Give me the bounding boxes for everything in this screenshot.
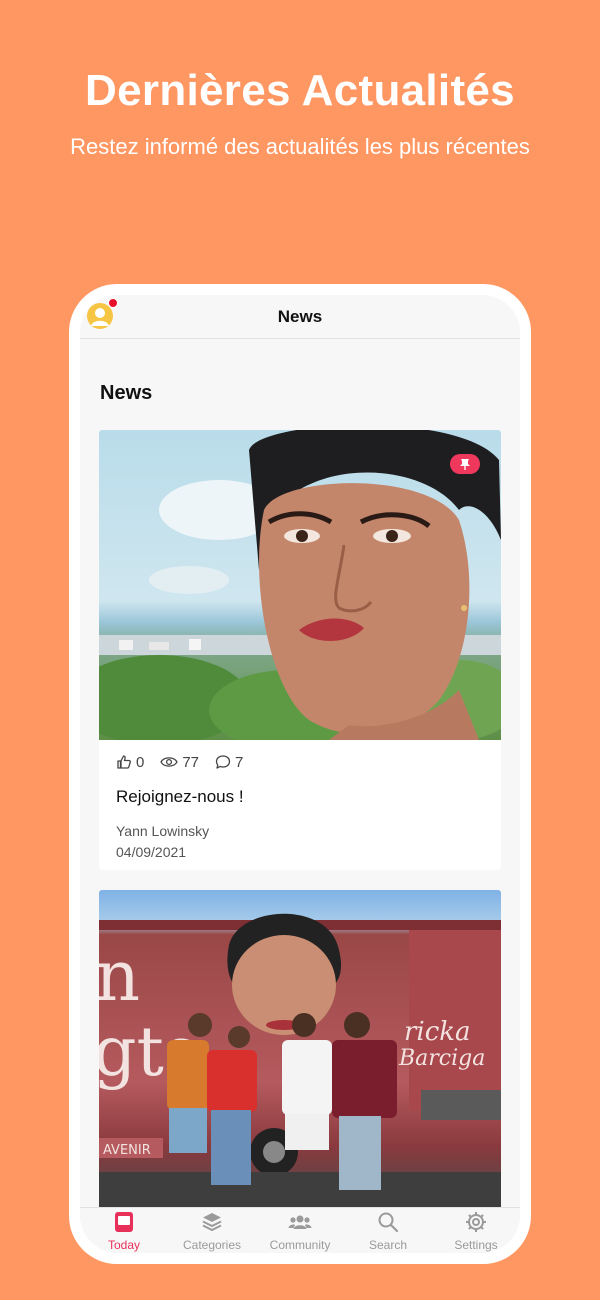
- today-icon: [115, 1212, 133, 1232]
- eye-icon: [160, 757, 179, 767]
- svg-text:Barciga: Barciga: [398, 1046, 485, 1071]
- promo-headline: Dernières Actualités: [85, 66, 515, 115]
- thumbs-up-icon: [117, 755, 131, 769]
- promo-subline: Restez informé des actualités les plus r…: [70, 134, 530, 159]
- like-stat[interactable]: 0: [116, 754, 144, 771]
- view-stat: 77: [160, 754, 199, 771]
- tab-community[interactable]: Community: [256, 1211, 344, 1252]
- community-icon: [288, 1215, 312, 1229]
- tab-categories[interactable]: Categories: [168, 1211, 256, 1252]
- pin-icon: [460, 459, 470, 470]
- like-count: 0: [136, 753, 145, 771]
- tab-bar: Today Categories Community Search Settin…: [80, 1207, 520, 1253]
- pin-badge: [450, 454, 480, 474]
- tab-label: Community: [269, 1238, 331, 1252]
- tab-label: Categories: [182, 1238, 242, 1252]
- comment-icon: [215, 755, 231, 769]
- article-card[interactable]: n gts ricka Barciga AVENIR: [99, 890, 501, 1210]
- tab-label: Today: [107, 1238, 141, 1252]
- tab-today[interactable]: Today: [80, 1211, 168, 1252]
- comment-stat[interactable]: 7: [215, 754, 243, 771]
- article-image[interactable]: n gts ricka Barciga AVENIR: [99, 890, 501, 1210]
- article-title[interactable]: Rejoignez-nous !: [116, 787, 244, 807]
- article-date: 04/09/2021: [116, 844, 187, 860]
- app-screen: News News 0 77 7 Rejoignez-nous ! Yann L…: [80, 295, 520, 1253]
- search-icon: [378, 1212, 399, 1233]
- tab-search[interactable]: Search: [344, 1211, 432, 1252]
- nav-bar: News: [80, 295, 520, 339]
- article-image[interactable]: [99, 430, 501, 740]
- tab-label: Search: [368, 1238, 408, 1252]
- svg-text:n: n: [99, 935, 140, 1017]
- view-count: 77: [182, 753, 200, 771]
- categories-icon: [202, 1213, 222, 1232]
- tab-label: Settings: [454, 1238, 498, 1252]
- article-stats: 0 77 7: [116, 752, 259, 772]
- comment-count: 7: [235, 753, 244, 771]
- settings-icon: [466, 1212, 486, 1232]
- nav-title: News: [277, 307, 323, 326]
- phone-frame: News News 0 77 7 Rejoignez-nous ! Yann L…: [69, 284, 531, 1264]
- tab-settings[interactable]: Settings: [432, 1211, 520, 1252]
- article-author: Yann Lowinsky: [116, 823, 210, 839]
- svg-text:AVENIR: AVENIR: [103, 1143, 151, 1158]
- section-title: News: [100, 382, 153, 404]
- svg-text:ricka: ricka: [404, 1017, 471, 1047]
- article-card[interactable]: 0 77 7 Rejoignez-nous ! Yann Lowinsky 04…: [99, 430, 501, 870]
